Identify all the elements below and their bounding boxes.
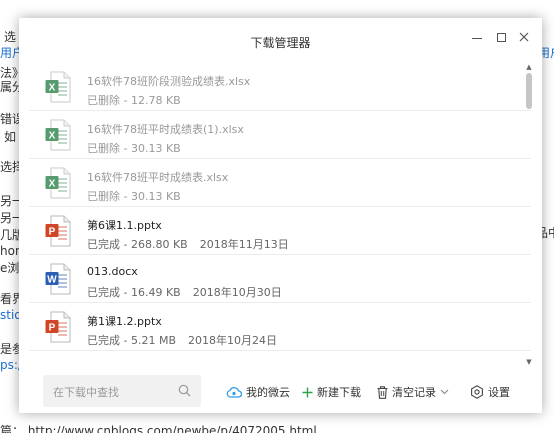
scrollbar[interactable]: ▲ ▼ <box>525 63 533 366</box>
powerpoint-file-icon: P <box>45 311 71 343</box>
bg-link-line[interactable]: 篇： http://www.cnblogs.com/newbe/p/407200… <box>0 422 317 433</box>
download-item[interactable]: P 第1课1.2.pptx 已完成 - 5.21 MB 2018年10月24日 <box>29 303 531 351</box>
settings-label: 设置 <box>488 386 510 399</box>
file-size: 30.13 KB <box>130 142 181 155</box>
file-meta: 已删除 - 12.78 KB <box>87 92 193 108</box>
download-list: X 16软件78班阶段测验成绩表.xlsx 已删除 - 12.78 KB X 16软件7… <box>29 63 531 366</box>
file-name[interactable]: 第6课1.1.pptx <box>87 217 162 233</box>
search-placeholder: 在下载中查找 <box>53 386 119 399</box>
excel-file-icon: X <box>45 71 71 103</box>
file-meta: 已删除 - 30.13 KB <box>87 140 193 156</box>
chevron-down-icon[interactable] <box>440 389 449 395</box>
file-meta: 已删除 - 30.13 KB <box>87 188 193 204</box>
meta-separator: - <box>120 286 131 299</box>
meta-separator: - <box>120 334 131 347</box>
download-manager-dialog: 下载管理器 X 16软件78班阶段测验成绩表.xlsx 已删除 - 12.78 KB… <box>19 18 542 413</box>
svg-text:X: X <box>49 178 56 189</box>
file-name[interactable]: 16软件78班阶段测验成绩表.xlsx <box>87 73 250 89</box>
clear-records-button[interactable]: 清空记录 <box>377 384 449 400</box>
excel-file-icon: X <box>45 119 71 151</box>
footer-toolbar: 在下载中查找 我的微云 新建下载 清空记录 设置 <box>19 368 542 413</box>
file-meta: 已完成 - 5.21 MB 2018年10月24日 <box>87 332 277 348</box>
close-button[interactable] <box>513 26 535 48</box>
file-size: 12.78 KB <box>130 94 181 107</box>
minimize-icon <box>472 37 482 39</box>
clear-records-label: 清空记录 <box>392 386 436 399</box>
download-item[interactable]: X 16软件78班平时成绩表(1).xlsx 已删除 - 30.13 KB <box>29 111 531 159</box>
svg-text:X: X <box>49 130 56 141</box>
file-size: 268.80 KB <box>130 238 188 251</box>
new-download-label: 新建下载 <box>317 386 361 399</box>
bg-fragment: 如 <box>4 130 17 144</box>
minimize-button[interactable] <box>466 26 488 48</box>
download-item[interactable]: X 16软件78班平时成绩表.xlsx 已删除 - 30.13 KB <box>29 159 531 207</box>
dialog-title: 下载管理器 <box>250 36 311 50</box>
file-name[interactable]: 013.docx <box>87 265 138 278</box>
cloud-icon <box>226 387 242 398</box>
file-size: 5.21 MB <box>130 334 176 347</box>
new-download-button[interactable]: 新建下载 <box>302 384 361 400</box>
file-meta: 已完成 - 16.49 KB 2018年10月30日 <box>87 284 282 300</box>
meta-separator: - <box>120 94 131 107</box>
file-name[interactable]: 第1课1.2.pptx <box>87 313 162 329</box>
maximize-button[interactable] <box>490 26 512 48</box>
word-file-icon: W <box>45 263 71 295</box>
file-size: 30.13 KB <box>130 190 181 203</box>
my-weiyun-label: 我的微云 <box>246 386 290 399</box>
file-date: 2018年10月24日 <box>188 334 277 347</box>
file-name[interactable]: 16软件78班平时成绩表(1).xlsx <box>87 121 244 137</box>
powerpoint-file-icon: P <box>45 215 71 247</box>
trash-icon <box>377 385 388 399</box>
meta-separator: - <box>120 142 131 155</box>
meta-separator: - <box>120 190 131 203</box>
my-weiyun-button[interactable]: 我的微云 <box>226 384 290 400</box>
file-status: 已完成 <box>87 238 120 251</box>
bg-fragment: 选 <box>4 30 17 44</box>
file-meta: 已完成 - 268.80 KB 2018年11月13日 <box>87 236 289 252</box>
title-bar[interactable]: 下载管理器 <box>19 18 542 60</box>
scroll-up-arrow[interactable]: ▲ <box>525 63 533 71</box>
plus-icon <box>302 387 313 397</box>
download-item[interactable]: W 013.docx 已完成 - 16.49 KB 2018年10月30日 <box>29 255 531 303</box>
file-status: 已完成 <box>87 334 120 347</box>
file-status: 已删除 <box>87 190 120 203</box>
settings-icon <box>471 385 483 399</box>
search-input[interactable]: 在下载中查找 <box>43 375 201 407</box>
svg-text:X: X <box>49 82 56 93</box>
file-date: 2018年10月30日 <box>192 286 282 299</box>
file-status: 已删除 <box>87 142 120 155</box>
close-icon <box>519 32 529 42</box>
scrollbar-thumb[interactable] <box>526 73 532 109</box>
meta-separator: - <box>120 238 131 251</box>
file-name[interactable]: 16软件78班平时成绩表.xlsx <box>87 169 228 185</box>
download-item[interactable]: X 16软件78班阶段测验成绩表.xlsx 已删除 - 12.78 KB <box>29 63 531 111</box>
file-status: 已完成 <box>87 286 120 299</box>
svg-text:P: P <box>49 226 56 237</box>
settings-button[interactable]: 设置 <box>470 384 510 400</box>
maximize-icon <box>496 32 506 42</box>
file-status: 已删除 <box>87 94 120 107</box>
search-icon[interactable] <box>178 384 191 397</box>
download-item[interactable]: P 第6课1.1.pptx 已完成 - 268.80 KB 2018年11月13日 <box>29 207 531 255</box>
svg-text:W: W <box>47 274 57 285</box>
svg-text:P: P <box>49 322 56 333</box>
excel-file-icon: X <box>45 167 71 199</box>
file-date: 2018年11月13日 <box>199 238 289 251</box>
bg-fragment: e浏 <box>0 261 20 275</box>
file-size: 16.49 KB <box>130 286 181 299</box>
scroll-down-arrow[interactable]: ▼ <box>525 358 533 366</box>
